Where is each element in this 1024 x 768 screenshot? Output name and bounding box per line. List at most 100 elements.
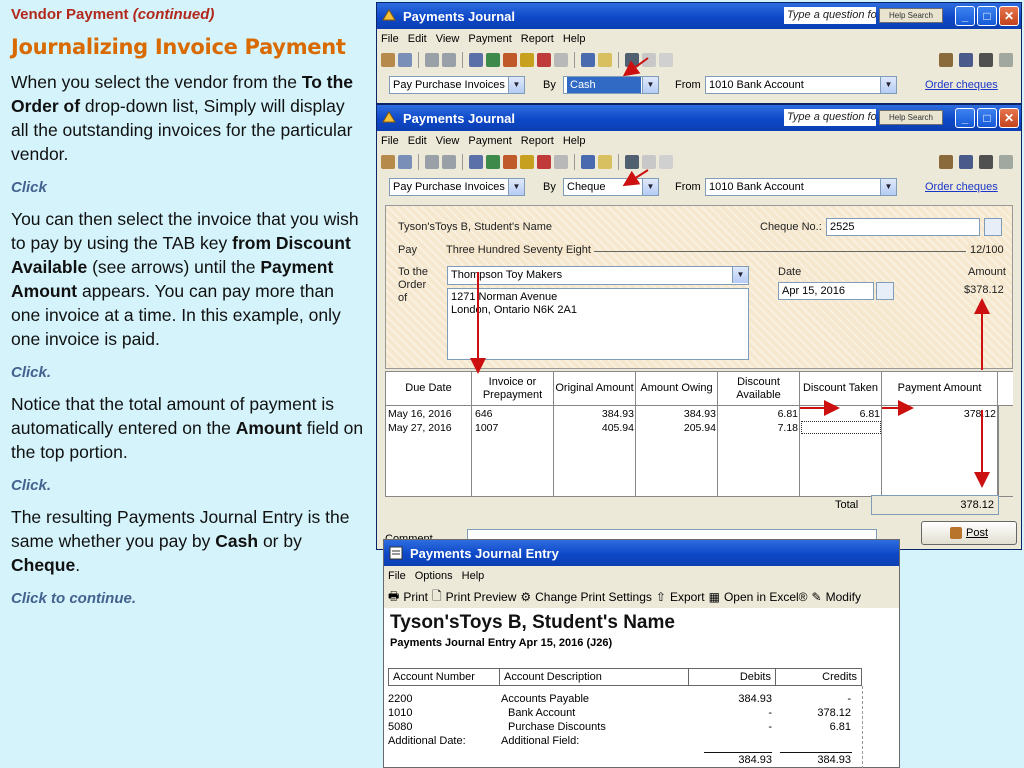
calendar-picker-icon[interactable] xyxy=(876,282,894,300)
minimize-icon[interactable]: _ xyxy=(955,6,975,26)
store-icon[interactable] xyxy=(442,53,456,67)
print-preview-button[interactable]: Print Preview xyxy=(446,590,517,604)
home-icon[interactable] xyxy=(381,53,395,67)
order-cheques-link[interactable]: Order cheques xyxy=(925,79,998,91)
export-button[interactable]: Export xyxy=(670,590,705,604)
undo-icon[interactable] xyxy=(469,155,483,169)
calendar-icon[interactable] xyxy=(537,53,551,67)
menu-payment[interactable]: Payment xyxy=(468,33,511,45)
method-select[interactable]: Cash ▼ xyxy=(563,76,659,94)
method-select[interactable]: Cheque ▼ xyxy=(563,178,659,196)
copy-icon[interactable] xyxy=(554,53,568,67)
print-button[interactable]: Print xyxy=(403,590,428,604)
menu-payment[interactable]: Payment xyxy=(468,135,511,147)
order-cheques-link[interactable]: Order cheques xyxy=(925,181,998,193)
calculator-icon[interactable] xyxy=(625,53,639,67)
menu-help[interactable]: Help xyxy=(462,570,485,582)
store-icon[interactable] xyxy=(442,155,456,169)
recall-icon[interactable] xyxy=(425,53,439,67)
track-icon[interactable] xyxy=(503,53,517,67)
check-icon[interactable] xyxy=(999,53,1013,67)
click-prompt-3[interactable]: Click. xyxy=(11,477,372,494)
cell-original-amount[interactable]: 384.93 xyxy=(554,408,634,420)
menu-view[interactable]: View xyxy=(436,33,460,45)
cell-invoice[interactable]: 646 xyxy=(475,408,493,420)
menu-help[interactable]: Help xyxy=(563,33,586,45)
chevron-down-icon[interactable]: ▼ xyxy=(642,77,658,93)
close-icon[interactable]: ✕ xyxy=(999,6,1019,26)
pay-type-select[interactable]: Pay Purchase Invoices ▼ xyxy=(389,178,525,196)
help-search-button[interactable]: Help Search xyxy=(879,8,943,23)
settings-icon[interactable] xyxy=(939,155,953,169)
refresh-icon[interactable] xyxy=(642,53,656,67)
preview-icon[interactable] xyxy=(959,53,973,67)
help-search-button[interactable]: Help Search xyxy=(879,110,943,125)
date-field[interactable]: Apr 15, 2016 xyxy=(778,282,874,300)
menu-help[interactable]: Help xyxy=(563,135,586,147)
pay-type-select[interactable]: Pay Purchase Invoices ▼ xyxy=(389,76,525,94)
chevron-down-icon[interactable]: ▼ xyxy=(508,77,524,93)
cheque-number-field[interactable]: 2525 xyxy=(826,218,980,236)
menu-file[interactable]: File xyxy=(381,135,399,147)
cell-amount-owing[interactable]: 205.94 xyxy=(636,422,716,434)
minimize-icon[interactable]: _ xyxy=(955,108,975,128)
click-prompt-1[interactable]: Click xyxy=(11,179,372,196)
preview-icon[interactable] xyxy=(959,155,973,169)
chevron-down-icon[interactable]: ▼ xyxy=(880,77,896,93)
menu-options[interactable]: Options xyxy=(415,570,453,582)
calculator-icon[interactable] xyxy=(625,155,639,169)
copy-icon[interactable] xyxy=(554,155,568,169)
chevron-down-icon[interactable]: ▼ xyxy=(880,179,896,195)
cell-discount-taken[interactable]: 6.81 xyxy=(800,408,880,420)
lookup-icon[interactable] xyxy=(486,155,500,169)
click-prompt-2[interactable]: Click. xyxy=(11,364,372,381)
chevron-down-icon[interactable]: ▼ xyxy=(508,179,524,195)
print-icon[interactable] xyxy=(979,53,993,67)
cell-discount-available[interactable]: 7.18 xyxy=(718,422,798,434)
cell-amount-owing[interactable]: 384.93 xyxy=(636,408,716,420)
open-in-excel-button[interactable]: Open in Excel® xyxy=(724,590,808,604)
chevron-down-icon[interactable]: ▼ xyxy=(732,267,748,283)
cell-discount-available[interactable]: 6.81 xyxy=(718,408,798,420)
modify-button[interactable]: Modify xyxy=(826,590,861,604)
window-icon[interactable] xyxy=(398,155,412,169)
from-account-select[interactable]: 1010 Bank Account ▼ xyxy=(705,76,897,94)
cell-discount-taken-focused[interactable] xyxy=(801,421,881,434)
maximize-icon[interactable]: □ xyxy=(977,108,997,128)
home-icon[interactable] xyxy=(381,155,395,169)
check-icon[interactable] xyxy=(999,155,1013,169)
note-icon[interactable] xyxy=(520,155,534,169)
menu-report[interactable]: Report xyxy=(521,135,554,147)
print-form-icon[interactable] xyxy=(581,53,595,67)
menu-file[interactable]: File xyxy=(381,33,399,45)
chevron-down-icon[interactable]: ▼ xyxy=(642,179,658,195)
vendor-select[interactable]: Thompson Toy Makers ▼ xyxy=(447,266,749,285)
settings-icon[interactable] xyxy=(939,53,953,67)
cell-original-amount[interactable]: 405.94 xyxy=(554,422,634,434)
click-to-continue[interactable]: Click to continue. xyxy=(11,590,372,607)
menu-file[interactable]: File xyxy=(388,570,406,582)
recall-icon[interactable] xyxy=(425,155,439,169)
help-question-input[interactable]: Type a question fo xyxy=(784,7,876,24)
close-icon[interactable]: ✕ xyxy=(999,108,1019,128)
window-icon[interactable] xyxy=(398,53,412,67)
post-button[interactable]: Post xyxy=(921,521,1017,545)
from-account-select[interactable]: 1010 Bank Account ▼ xyxy=(705,178,897,196)
grid-scrollbar[interactable] xyxy=(998,406,1013,496)
cell-due-date[interactable]: May 27, 2016 xyxy=(388,422,452,434)
track-icon[interactable] xyxy=(503,155,517,169)
adjust-icon[interactable] xyxy=(659,53,673,67)
menu-edit[interactable]: Edit xyxy=(408,33,427,45)
undo-icon[interactable] xyxy=(469,53,483,67)
email-icon[interactable] xyxy=(598,53,612,67)
cheque-lookup-icon[interactable] xyxy=(984,218,1002,236)
refresh-icon[interactable] xyxy=(642,155,656,169)
maximize-icon[interactable]: □ xyxy=(977,6,997,26)
menu-view[interactable]: View xyxy=(436,135,460,147)
calendar-icon[interactable] xyxy=(537,155,551,169)
change-print-settings-button[interactable]: Change Print Settings xyxy=(535,590,652,604)
adjust-icon[interactable] xyxy=(659,155,673,169)
cell-payment-amount[interactable]: 378.12 xyxy=(882,408,996,420)
email-icon[interactable] xyxy=(598,155,612,169)
cell-invoice[interactable]: 1007 xyxy=(475,422,498,434)
